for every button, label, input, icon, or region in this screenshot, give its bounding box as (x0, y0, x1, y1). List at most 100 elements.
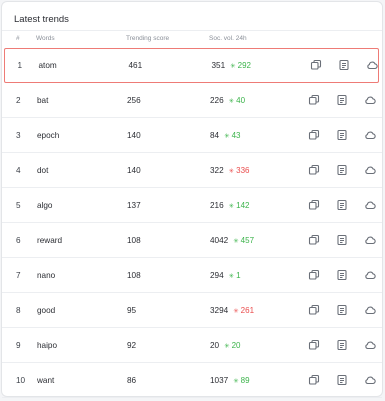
cloud-icon[interactable] (363, 303, 377, 317)
cloud-icon[interactable] (365, 58, 379, 72)
row-rank: 7 (16, 271, 21, 280)
trends-table-body: 1 atom 461 351 ✳ 292 2 bat 256 226 ✳ 40 3 epoch 140 84 ✳… (2, 48, 382, 398)
table-row[interactable]: 5 algo 137 216 ✳ 142 (2, 188, 382, 223)
row-word[interactable]: haipo (37, 341, 57, 350)
row-trending-score: 92 (127, 341, 137, 350)
volume-value: 226 (210, 96, 224, 105)
document-icon[interactable] (335, 198, 349, 212)
row-trending-score: 137 (127, 201, 141, 210)
volume-change-up: ✳ 20 (224, 341, 240, 350)
copy-icon[interactable] (307, 163, 321, 177)
cloud-icon[interactable] (363, 373, 377, 387)
document-icon[interactable] (335, 338, 349, 352)
row-trending-score: 95 (127, 306, 137, 315)
row-actions (307, 338, 377, 352)
volume-value: 4042 (210, 236, 229, 245)
volume-value: 216 (210, 201, 224, 210)
copy-icon[interactable] (309, 58, 323, 72)
row-word[interactable]: good (37, 306, 55, 315)
table-row[interactable]: 9 haipo 92 20 ✳ 20 (2, 328, 382, 363)
header-rank: # (16, 35, 20, 42)
document-icon[interactable] (335, 128, 349, 142)
row-actions (307, 163, 377, 177)
header-social-volume: Soc. vol. 24h (209, 35, 247, 42)
copy-icon[interactable] (307, 93, 321, 107)
document-icon[interactable] (335, 373, 349, 387)
change-value: 40 (236, 96, 246, 105)
cloud-icon[interactable] (363, 268, 377, 282)
copy-icon[interactable] (307, 198, 321, 212)
cloud-icon[interactable] (363, 338, 377, 352)
row-social-volume: 351 ✳ 292 (212, 61, 251, 70)
row-word[interactable]: reward (37, 236, 62, 245)
table-row[interactable]: 1 atom 461 351 ✳ 292 (4, 48, 379, 83)
row-trending-score: 461 (128, 60, 143, 70)
copy-icon[interactable] (307, 268, 321, 282)
copy-icon[interactable] (307, 338, 321, 352)
document-icon[interactable] (335, 93, 349, 107)
row-social-volume: 84 ✳ 43 (210, 131, 240, 140)
document-icon[interactable] (335, 303, 349, 317)
volume-value: 3294 (210, 306, 229, 315)
copy-icon[interactable] (307, 128, 321, 142)
document-icon[interactable] (337, 58, 351, 72)
row-rank: 3 (16, 131, 21, 140)
table-row[interactable]: 6 reward 108 4042 ✳ 457 (2, 223, 382, 258)
row-rank: 1 (17, 60, 23, 70)
cloud-icon[interactable] (363, 128, 377, 142)
volume-change-down: ✳ 261 (233, 306, 254, 315)
cloud-icon[interactable] (363, 163, 377, 177)
row-social-volume: 1037 ✳ 89 (210, 376, 250, 385)
document-icon[interactable] (335, 268, 349, 282)
table-row[interactable]: 4 dot 140 322 ✳ 336 (2, 153, 382, 188)
table-row[interactable]: 7 nano 108 294 ✳ 1 (2, 258, 382, 293)
document-icon[interactable] (335, 163, 349, 177)
change-value: 89 (240, 376, 250, 385)
arrow-up-icon: ✳ (228, 98, 235, 105)
volume-change-up: ✳ 292 (230, 61, 251, 70)
row-social-volume: 20 ✳ 20 (210, 341, 240, 350)
volume-change-up: ✳ 1 (229, 271, 241, 280)
row-social-volume: 4042 ✳ 457 (210, 236, 254, 245)
volume-change-up: ✳ 89 (233, 376, 249, 385)
row-word[interactable]: want (37, 376, 54, 385)
cloud-icon[interactable] (363, 93, 377, 107)
volume-value: 351 (211, 60, 226, 70)
row-word[interactable]: bat (37, 96, 48, 105)
copy-icon[interactable] (307, 233, 321, 247)
change-value: 336 (236, 166, 250, 175)
arrow-down-icon: ✳ (233, 308, 239, 315)
volume-value: 20 (210, 341, 220, 350)
change-value: 261 (240, 306, 255, 315)
arrow-up-icon: ✳ (228, 203, 235, 210)
arrow-up-icon: ✳ (224, 133, 230, 140)
arrow-up-icon: ✳ (230, 62, 236, 70)
row-social-volume: 216 ✳ 142 (210, 201, 249, 210)
volume-change-down: ✳ 336 (229, 166, 250, 175)
row-actions (307, 198, 377, 212)
volume-value: 1037 (210, 376, 229, 385)
header-trending-score: Trending score (126, 35, 170, 42)
row-rank: 6 (16, 236, 21, 245)
volume-change-up: ✳ 40 (229, 96, 245, 105)
row-trending-score: 86 (127, 376, 137, 385)
row-word[interactable]: dot (37, 166, 48, 175)
copy-icon[interactable] (307, 303, 321, 317)
row-actions (307, 268, 377, 282)
row-word[interactable]: epoch (37, 131, 59, 140)
row-trending-score: 256 (127, 96, 141, 105)
row-word[interactable]: atom (39, 61, 57, 70)
table-row[interactable]: 10 want 86 1037 ✳ 89 (2, 363, 382, 398)
row-social-volume: 322 ✳ 336 (210, 166, 249, 175)
cloud-icon[interactable] (363, 198, 377, 212)
row-word[interactable]: algo (37, 201, 52, 210)
cloud-icon[interactable] (363, 233, 377, 247)
document-icon[interactable] (335, 233, 349, 247)
table-row[interactable]: 2 bat 256 226 ✳ 40 (2, 83, 382, 118)
table-row[interactable]: 3 epoch 140 84 ✳ 43 (2, 118, 382, 153)
copy-icon[interactable] (307, 373, 321, 387)
table-row[interactable]: 8 good 95 3294 ✳ 261 (2, 293, 382, 328)
row-rank: 4 (16, 166, 21, 175)
row-word[interactable]: nano (37, 271, 55, 280)
row-social-volume: 294 ✳ 1 (210, 271, 241, 280)
